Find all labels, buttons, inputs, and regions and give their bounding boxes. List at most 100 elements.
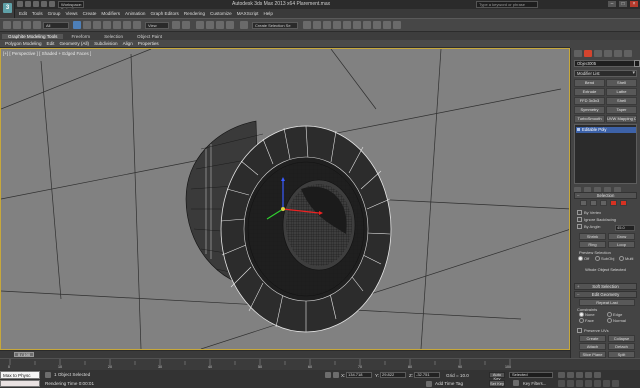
pan-icon[interactable] [594,380,601,387]
menu-tools[interactable]: Tools [32,11,43,16]
element-mode-icon[interactable] [620,200,627,206]
render-setup-icon[interactable] [373,21,381,29]
ring-button[interactable]: Ring [579,241,606,248]
menu-group[interactable]: Group [48,11,61,16]
ignore-backfacing-checkbox[interactable]: Ignore Backfacing [577,217,616,223]
extrude-button[interactable]: Extrude [574,88,605,96]
utilities-tab-icon[interactable] [624,50,632,57]
menu-customize[interactable]: Customize [210,11,232,16]
time-slider-handle[interactable]: 0 / 100 [14,352,34,357]
turbosmooth-button[interactable]: TurboSmooth [574,115,605,123]
by-angle-field[interactable]: 45.0 [615,225,635,231]
undo-icon[interactable] [41,1,47,7]
ffd-button[interactable]: FFD 3x3x3 [574,97,605,105]
search-input[interactable]: Type a keyword or phrase [476,1,538,8]
open-file-icon[interactable] [25,1,31,7]
edge-mode-icon[interactable] [590,200,597,206]
vertex-mode-icon[interactable] [580,200,587,206]
taper-button[interactable]: Taper [606,106,637,114]
zoom-icon[interactable] [558,380,565,387]
rendered-frame-window-icon[interactable] [383,21,391,29]
maximize-viewport-icon[interactable] [612,380,619,387]
repeat-last-button[interactable]: Repeat Last [579,299,635,306]
app-menu-button[interactable]: 3 [0,0,15,18]
by-angle-checkbox[interactable]: By Angle: [577,224,601,230]
preview-multi-radio[interactable]: Multi [619,256,633,261]
time-slider-bar[interactable]: 0 / 100 [0,350,570,358]
go-to-end-icon[interactable] [594,372,601,378]
close-button[interactable]: × [630,1,638,7]
zoom-extents-icon[interactable] [576,380,583,387]
shell-button[interactable]: Shell [606,79,637,87]
menu-maxscript[interactable]: MAXScript [237,11,259,16]
menu-create[interactable]: Create [83,11,97,16]
menu-animation[interactable]: Animation [125,11,145,16]
edit-named-selection-icon[interactable] [240,21,248,29]
collapse-button[interactable]: Collapse [608,335,635,342]
grow-button[interactable]: Grow [608,233,635,240]
object-color-swatch[interactable] [634,60,640,67]
constraint-face-radio[interactable]: Face [579,318,594,323]
lathe-button[interactable]: Lathe [606,88,637,96]
panel-geometry-all[interactable]: Geometry (All) [59,41,89,46]
auto-key-button[interactable]: Auto Key [489,372,505,381]
render-production-icon[interactable] [393,21,401,29]
shrink-button[interactable]: Shrink [579,233,606,240]
orbit-icon[interactable] [603,380,610,387]
previous-frame-icon[interactable] [567,372,574,378]
window-crossing-icon[interactable] [103,21,111,29]
save-file-icon[interactable] [33,1,39,7]
preserve-uvs-checkbox[interactable]: Preserve UVs [577,328,609,334]
preview-off-radio[interactable]: Off [578,256,589,261]
mirror-icon[interactable] [303,21,311,29]
bend-button[interactable]: Bend [574,79,605,87]
set-key-icon[interactable] [513,380,519,386]
named-selection-dropdown[interactable]: Create Selection Se [252,22,298,29]
selection-lock-icon[interactable] [325,372,331,378]
schematic-view-icon[interactable] [353,21,361,29]
menu-modifiers[interactable]: Modifiers [101,11,120,16]
polygon-mode-icon[interactable] [610,200,617,206]
constraint-normal-radio[interactable]: Normal [607,318,626,323]
go-to-start-icon[interactable] [558,372,565,378]
modifier-list-dropdown[interactable]: Modifier List [574,70,637,77]
stack-item-editable-poly[interactable]: Editable Poly [576,127,636,133]
set-key-button[interactable]: Set Key [489,380,505,387]
key-filters-button[interactable]: Key Filters... [523,381,546,386]
undo-icon[interactable] [3,21,11,29]
soft-selection-rollout-header[interactable]: + Soft Selection [574,283,637,290]
material-editor-icon[interactable] [363,21,371,29]
maximize-button[interactable]: □ [619,1,627,7]
menu-edit[interactable]: Edit [19,11,27,16]
menu-graph-editors[interactable]: Graph Editors [150,11,178,16]
select-move-icon[interactable] [113,21,121,29]
rectangular-selection-icon[interactable] [93,21,101,29]
create-button[interactable]: Create [579,335,606,342]
panel-align[interactable]: Align [123,41,133,46]
add-time-tag[interactable]: Add Time Tag [435,381,463,386]
attach-button[interactable]: Attach [579,343,606,350]
redo-icon[interactable] [49,1,55,7]
shell-button-2[interactable]: Shell [606,97,637,105]
slice-plane-button[interactable]: Slice Plane [579,351,606,358]
select-object-icon[interactable] [73,21,81,29]
graphite-toggle-icon[interactable] [333,21,341,29]
track-bar[interactable]: 0 10 20 30 40 50 60 70 80 90 100 [0,358,640,370]
motion-tab-icon[interactable] [604,50,612,57]
tab-freeform[interactable]: Freeform [65,34,96,39]
border-mode-icon[interactable] [600,200,607,206]
snap-toggle-icon[interactable] [196,21,204,29]
detach-button[interactable]: Detach [608,343,635,350]
constraint-edge-radio[interactable]: Edge [607,312,622,317]
reference-coordinate-dropdown[interactable]: View [145,22,169,29]
selection-filter-dropdown[interactable]: All [43,22,69,29]
add-time-tag-icon[interactable] [426,381,432,387]
absolute-mode-icon[interactable] [333,372,339,378]
select-manipulate-icon[interactable] [182,21,190,29]
viewport-label[interactable]: [+] [ Perspective ] [ Shaded + Edged Fac… [3,51,91,56]
split-checkbox[interactable]: Split [608,351,635,358]
maxscript-output[interactable] [0,380,40,387]
hierarchy-tab-icon[interactable] [594,50,602,57]
display-tab-icon[interactable] [614,50,622,57]
zoom-all-icon[interactable] [567,380,574,387]
